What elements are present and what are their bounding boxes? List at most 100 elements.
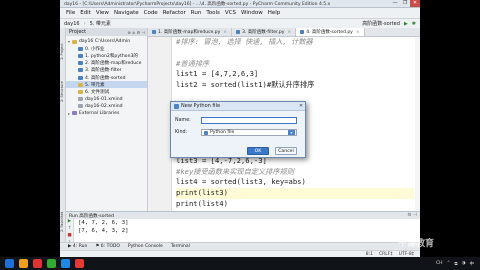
kind-select[interactable]: Python file ▾	[201, 129, 297, 136]
chevron-down-icon[interactable]: ▾	[288, 130, 295, 135]
kind-value: Python file	[210, 130, 235, 135]
os-taskbar: CH ⌃ ⧉ ◑ 中	[0, 257, 480, 270]
bottom-tool-tabs: ▶ 4: Run ⚑ 6: TODO Python Console Termin…	[60, 242, 420, 250]
run-panel: Run 高阶函数-sorted ⚙ ⊣ ▶ ↑ ■ ↓ [4, 7, 2, 6,…	[66, 211, 420, 245]
menu-item-tools[interactable]: Tools	[206, 10, 220, 16]
status-bar: 8:1 CRLF‡ UTF-8‡	[60, 250, 420, 257]
folder-icon	[78, 89, 83, 94]
line-separator[interactable]: CRLF‡	[379, 252, 393, 257]
pyfile-icon	[78, 75, 83, 80]
code-line: #key接受函数来实现自定义排序规则	[176, 166, 294, 176]
tab-close-icon[interactable]: ×	[223, 30, 227, 35]
tray-expand-icon[interactable]: ⌃	[447, 261, 451, 266]
pyfile-icon	[78, 68, 83, 73]
file-name-input[interactable]	[201, 117, 297, 124]
dialog-close-button[interactable]: ✕	[297, 103, 305, 109]
menu-item-window[interactable]: Window	[241, 10, 263, 16]
tree-item[interactable]: 0. 小作业	[66, 45, 147, 52]
cursor-position[interactable]: 8:1	[366, 252, 373, 257]
python-file-icon	[152, 30, 156, 34]
editor-tab[interactable]: 1. 高阶函数-map和reduce.py ×	[148, 28, 233, 36]
debug-icon[interactable]: ✱	[412, 21, 416, 27]
menu-item-navigate[interactable]: Navigate	[114, 10, 139, 16]
run-panel-tools[interactable]: ⚙ ⊣	[407, 213, 417, 218]
tree-item[interactable]: day16-01.xmind	[66, 96, 147, 103]
menu-item-vcs[interactable]: VCS	[225, 10, 236, 16]
project-panel-title[interactable]: Project	[69, 29, 86, 35]
tray-status-icon[interactable]: ◑	[462, 261, 466, 266]
tree-item-label: 4. 高阶函数-sorted	[85, 75, 126, 81]
run-config-select[interactable]: 高阶函数-sorted	[362, 20, 400, 27]
taskbar-app-icon[interactable]	[33, 259, 42, 268]
taskbar-app-icon[interactable]	[61, 259, 70, 268]
tree-item[interactable]: 4. 高阶函数-sorted	[66, 74, 147, 81]
close-button[interactable]: ✕	[410, 0, 420, 7]
dialog-titlebar: New Python file ✕	[171, 102, 305, 111]
editor-tab-label: 1. 高阶函数-map和reduce.py	[158, 30, 221, 35]
tree-item-label: 0. 小作业	[85, 46, 105, 52]
menu-item-refactor[interactable]: Refactor	[163, 10, 186, 16]
tree-item[interactable]: 2. 高阶函数-map和reduce	[66, 60, 147, 67]
kind-row: Kind: Python file ▾	[175, 129, 297, 136]
tree-item-label: 2. 高阶函数-map和reduce	[85, 61, 142, 67]
tray-input-method[interactable]: CH	[436, 261, 443, 266]
breadcrumb-project[interactable]: day16	[64, 21, 80, 27]
tray-window-icon[interactable]: ⧉	[454, 261, 457, 267]
tree-item[interactable]: day16-02.xmind	[66, 103, 147, 110]
name-row: Name:	[175, 117, 297, 124]
code-line: #普通排序	[176, 58, 210, 68]
menu-bar: File Edit View Navigate Code Refactor Run Tools…	[60, 8, 420, 18]
editor-tab[interactable]: 3. 高阶函数-filter.py ×	[232, 28, 297, 36]
run-icon[interactable]: ▶	[404, 21, 408, 27]
taskbar-apps	[0, 259, 84, 268]
maximize-button[interactable]: ❐	[400, 0, 410, 7]
tab-todo[interactable]: ⚑ 6: TODO	[95, 244, 120, 249]
console-line: [7, 6, 4, 3, 2]	[78, 227, 129, 234]
tree-item-label: day16-01.xmind	[85, 96, 123, 102]
tree-item[interactable]: 1. python2和python3的	[66, 52, 147, 59]
project-panel: Project ⊕ ≑ ⚙ ⊣ ▾ day16 C:\Users\Admin 0. …	[66, 28, 148, 242]
scroll-up-icon[interactable]: ↑	[66, 226, 73, 233]
taskbar-app-icon[interactable]	[75, 259, 84, 268]
menu-item-help[interactable]: Help	[268, 10, 281, 16]
tree-item[interactable]: ▾ day16 C:\Users\Admin	[66, 38, 147, 45]
tree-item[interactable]: 6. 文件测试	[66, 88, 147, 95]
tree-item[interactable]: ▸ External Libraries	[66, 110, 147, 117]
window-title: day16 - [C:\Users\Administrator\PycharmP…	[64, 1, 331, 7]
taskbar-app-icon[interactable]	[19, 259, 28, 268]
taskbar-app-icon[interactable]	[5, 259, 14, 268]
menu-item-view[interactable]: View	[96, 10, 109, 16]
tab-run[interactable]: ▶ 4: Run	[68, 244, 87, 249]
editor-tab[interactable]: 4. 高阶函数-sorted.py ×	[296, 28, 365, 36]
run-panel-title[interactable]: Run 高阶函数-sorted	[69, 213, 114, 219]
menu-item-edit[interactable]: Edit	[80, 10, 91, 16]
cancel-button[interactable]: Cancel	[275, 147, 297, 155]
python-file-icon	[174, 103, 179, 109]
tree-item[interactable]: 5. 带元素	[66, 81, 147, 89]
new-python-file-dialog: New Python file ✕ Name: Kind: Python fil…	[170, 101, 306, 158]
tab-python-console[interactable]: Python Console	[128, 244, 163, 249]
folder-icon	[78, 82, 83, 87]
menu-item-run[interactable]: Run	[191, 10, 202, 16]
menu-item-code[interactable]: Code	[144, 10, 158, 16]
rerun-icon[interactable]: ▶	[66, 219, 73, 226]
taskbar-app-icon[interactable]	[47, 259, 56, 268]
minimize-button[interactable]: —	[390, 0, 400, 7]
stop-icon[interactable]: ■	[66, 233, 73, 240]
console-output[interactable]: [4, 7, 2, 6, 3] [7, 6, 4, 3, 2]	[78, 220, 129, 235]
code-line: list2 = sorted(list1)#默认升序排序	[176, 80, 315, 90]
ok-button[interactable]: OK	[247, 147, 269, 155]
editor-gutter	[148, 37, 172, 211]
tab-close-icon[interactable]: ×	[287, 30, 291, 35]
menu-item-file[interactable]: File	[66, 10, 75, 16]
tree-item[interactable]: 3. 高阶函数-filter	[66, 67, 147, 74]
project-panel-tools[interactable]: ⊕ ≑ ⚙ ⊣	[127, 30, 145, 35]
file-encoding[interactable]: UTF-8‡	[399, 252, 414, 257]
navigation-toolbar: day16 › 5. 带元素 高阶函数-sorted ▶ ✱	[60, 18, 420, 28]
tray-language-icon[interactable]: 中	[470, 261, 475, 267]
editor-scrollbar[interactable]	[415, 37, 420, 211]
tab-terminal[interactable]: Terminal	[171, 244, 190, 249]
breadcrumb-folder[interactable]: 5. 带元素	[90, 20, 111, 27]
tab-close-icon[interactable]: ×	[356, 30, 360, 35]
python-file-icon	[236, 30, 241, 34]
